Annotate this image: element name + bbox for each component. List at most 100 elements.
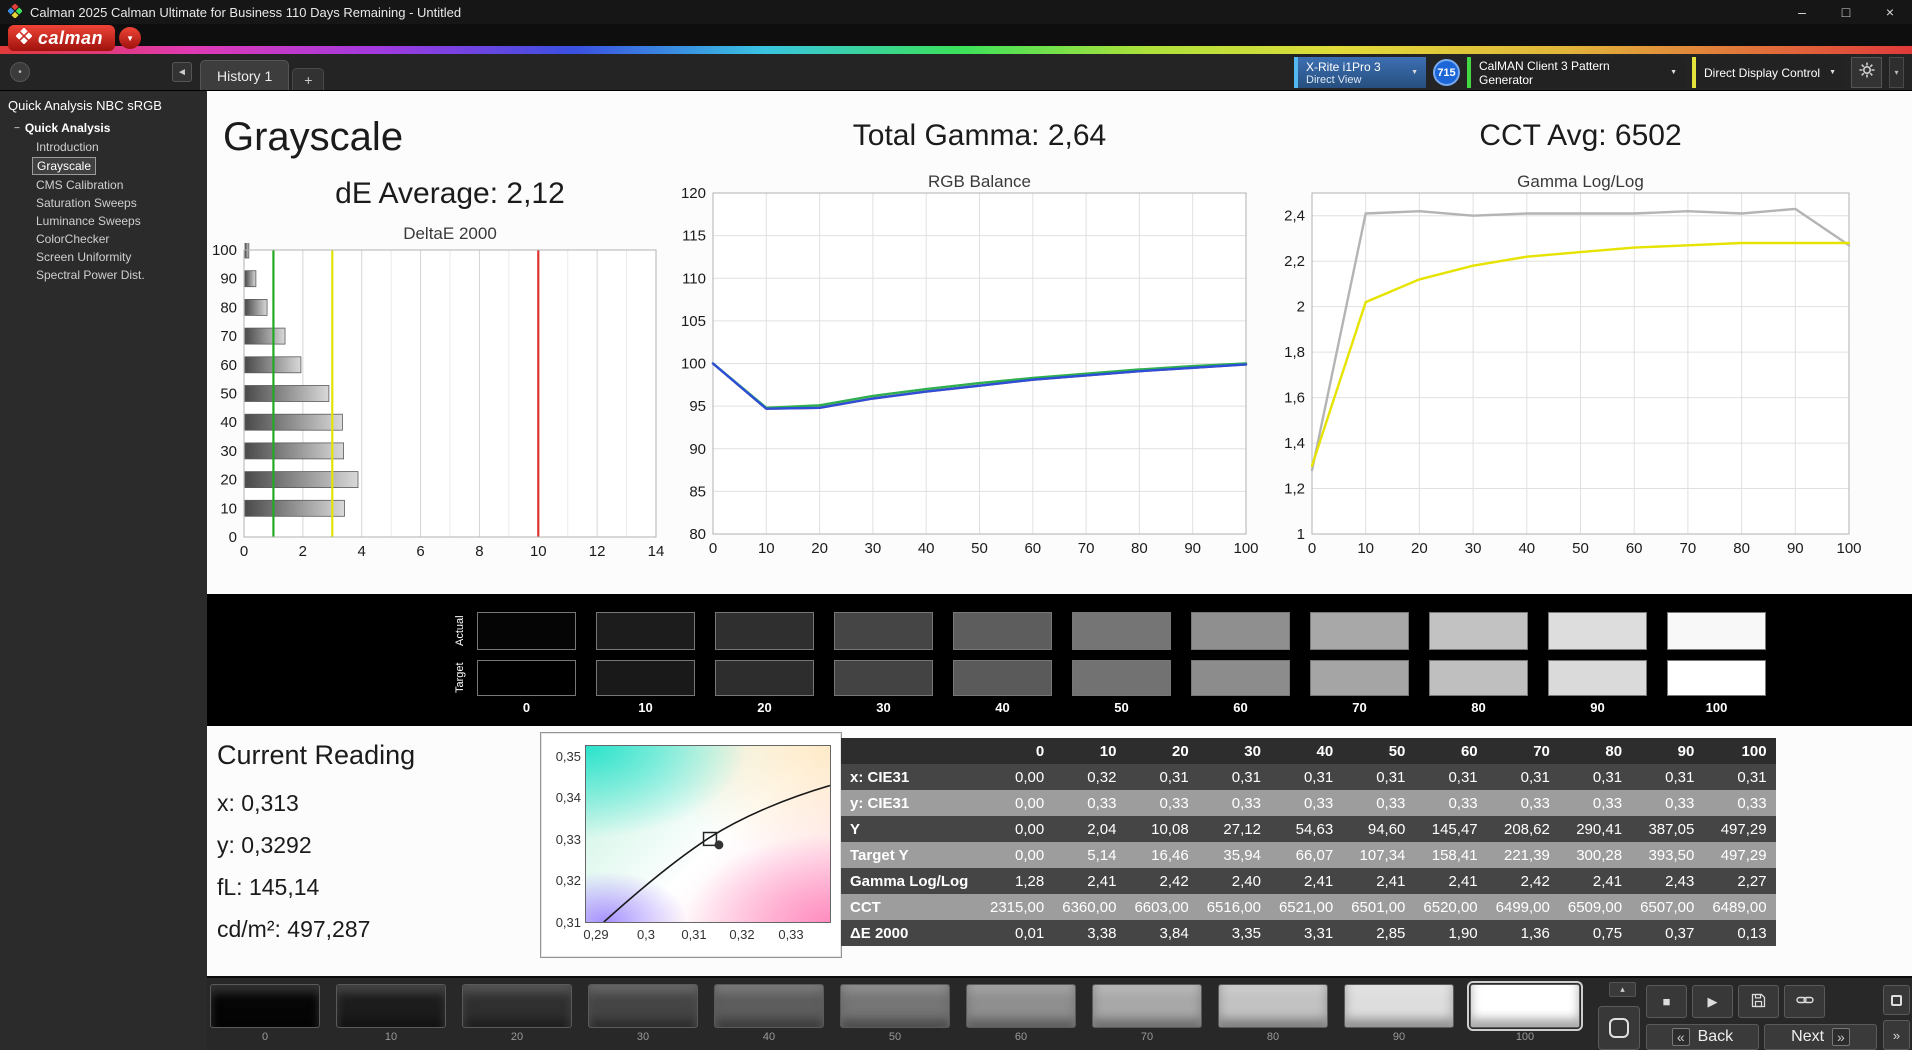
lower-section: Current Reading x: 0,313y: 0,3292fL: 145… (207, 726, 1912, 976)
table-cell: 497,29 (1703, 842, 1775, 868)
sidebar-item-cms-calibration[interactable]: CMS Calibration (32, 177, 127, 193)
meter-mode: Direct View (1306, 74, 1381, 86)
table-cell: 94,60 (1342, 816, 1414, 842)
calman-menu-button[interactable]: calman ▼ (8, 25, 141, 51)
add-tab-button[interactable]: + (292, 68, 324, 90)
play-button[interactable]: ▶ (1692, 985, 1733, 1018)
sidebar-item-introduction[interactable]: Introduction (32, 139, 103, 155)
table-cell: 6360,00 (1053, 894, 1125, 920)
level-button-80[interactable]: 80 (1218, 984, 1328, 1043)
link-button[interactable] (1784, 985, 1825, 1018)
cie-plot (585, 745, 831, 923)
next-button[interactable]: Next » (1764, 1024, 1877, 1050)
table-cell: 0,31 (1125, 764, 1197, 790)
svg-text:90: 90 (689, 441, 706, 458)
table-row: y: CIE310,000,330,330,330,330,330,330,33… (841, 790, 1776, 816)
table-cell: 2,41 (1270, 868, 1342, 894)
level-button-20[interactable]: 20 (462, 984, 572, 1043)
patch-column-label-20: 20 (715, 700, 814, 715)
panel-expand-button[interactable]: ▾ (1889, 57, 1904, 88)
svg-text:20: 20 (1411, 540, 1428, 557)
table-cell: 158,41 (1414, 842, 1486, 868)
calman-logo-text: calman (38, 28, 103, 49)
pattern-window-icon (1609, 1018, 1629, 1038)
table-cell: 0,33 (1559, 790, 1631, 816)
cie-y-tick: 0,35 (545, 749, 581, 764)
chevron-down-icon[interactable]: ▼ (119, 27, 141, 49)
level-button-50[interactable]: 50 (840, 984, 950, 1043)
patch-column-label-50: 50 (1072, 700, 1171, 715)
table-cell: 3,84 (1125, 920, 1197, 946)
table-cell: 0,33 (1487, 790, 1559, 816)
table-cell: 0,00 (981, 816, 1053, 842)
table-cell: 0,33 (1414, 790, 1486, 816)
table-cell: 0,33 (1270, 790, 1342, 816)
svg-text:80: 80 (689, 526, 706, 543)
level-button-30[interactable]: 30 (588, 984, 698, 1043)
save-button[interactable] (1738, 985, 1779, 1018)
sidebar-item-colorchecker[interactable]: ColorChecker (32, 231, 113, 247)
stop-button[interactable]: ■ (1646, 985, 1687, 1018)
collapse-toggle-icon[interactable]: − (14, 123, 20, 134)
collapse-panel-button[interactable]: ▴ (1609, 982, 1636, 997)
target-patch-100 (1667, 660, 1766, 696)
level-button-70[interactable]: 70 (1092, 984, 1202, 1043)
workspace-menu-button[interactable]: • (10, 62, 30, 82)
sidebar-item-saturation-sweeps[interactable]: Saturation Sweeps (32, 195, 141, 211)
meter-badge[interactable]: 715 (1433, 59, 1460, 86)
table-cell: 0,00 (981, 842, 1053, 868)
level-button-0[interactable]: 0 (210, 984, 320, 1043)
level-button-label: 100 (1470, 1031, 1580, 1043)
table-row: Gamma Log/Log1,282,412,422,402,412,412,4… (841, 868, 1776, 894)
sidebar-item-luminance-sweeps[interactable]: Luminance Sweeps (32, 213, 145, 229)
svg-text:1,2: 1,2 (1284, 481, 1305, 498)
level-button-100[interactable]: 100 (1470, 984, 1580, 1043)
table-cell: 0,31 (1342, 764, 1414, 790)
svg-text:1,4: 1,4 (1284, 435, 1305, 452)
meter-dropdown[interactable]: X-Rite i1Pro 3 Direct View ▼ (1294, 57, 1426, 88)
pattern-popout-button[interactable] (1883, 985, 1910, 1015)
table-cell: 10,08 (1125, 816, 1197, 842)
table-cell: 3,35 (1198, 920, 1270, 946)
next-chevrons-icon: » (1832, 1028, 1850, 1046)
display-control-dropdown[interactable]: Direct Display Control ▼ (1692, 57, 1844, 88)
svg-text:80: 80 (1733, 540, 1750, 557)
sidebar-item-spectral-power-dist[interactable]: Spectral Power Dist. (32, 267, 149, 283)
level-button-90[interactable]: 90 (1344, 984, 1454, 1043)
back-chevrons-icon: « (1672, 1028, 1690, 1046)
level-button-label: 70 (1092, 1031, 1202, 1043)
sidebar-root-quick-analysis[interactable]: − Quick Analysis (14, 119, 207, 137)
pattern-generator-dropdown[interactable]: CalMAN Client 3 Pattern Generator ▼ (1467, 57, 1685, 88)
tab-history-1[interactable]: History 1 (200, 60, 289, 90)
chevron-down-icon: ▼ (1670, 69, 1677, 76)
level-button-60[interactable]: 60 (966, 984, 1076, 1043)
window-icon (1891, 995, 1902, 1006)
row-label: Y (841, 816, 981, 842)
sidebar-item-grayscale[interactable]: Grayscale (32, 157, 96, 175)
svg-text:2,2: 2,2 (1284, 253, 1305, 270)
table-cell: 2315,00 (981, 894, 1053, 920)
svg-text:30: 30 (220, 443, 237, 460)
svg-text:2: 2 (299, 543, 307, 560)
level-button-10[interactable]: 10 (336, 984, 446, 1043)
actual-patch-80 (1429, 612, 1528, 650)
minimize-button[interactable]: – (1780, 0, 1824, 24)
level-button-40[interactable]: 40 (714, 984, 824, 1043)
table-row: Y0,002,0410,0827,1254,6394,60145,47208,6… (841, 816, 1776, 842)
column-header-70: 70 (1487, 738, 1559, 764)
column-header-0: 0 (981, 738, 1053, 764)
back-button[interactable]: « Back (1646, 1024, 1759, 1050)
table-cell: 107,34 (1342, 842, 1414, 868)
close-button[interactable]: × (1868, 0, 1912, 24)
patch-column-label-40: 40 (953, 700, 1052, 715)
sidebar-collapse-button[interactable]: ◄ (172, 62, 192, 82)
advance-button[interactable]: » (1883, 1020, 1910, 1050)
calman-logo[interactable]: calman (8, 25, 115, 51)
pattern-window-button[interactable] (1598, 1006, 1640, 1050)
sidebar-item-screen-uniformity[interactable]: Screen Uniformity (32, 249, 135, 265)
calman-diamond-icon (16, 28, 32, 49)
table-cell: 35,94 (1198, 842, 1270, 868)
table-cell: 2,41 (1559, 868, 1631, 894)
maximize-button[interactable]: □ (1824, 0, 1868, 24)
settings-button[interactable] (1851, 57, 1882, 88)
